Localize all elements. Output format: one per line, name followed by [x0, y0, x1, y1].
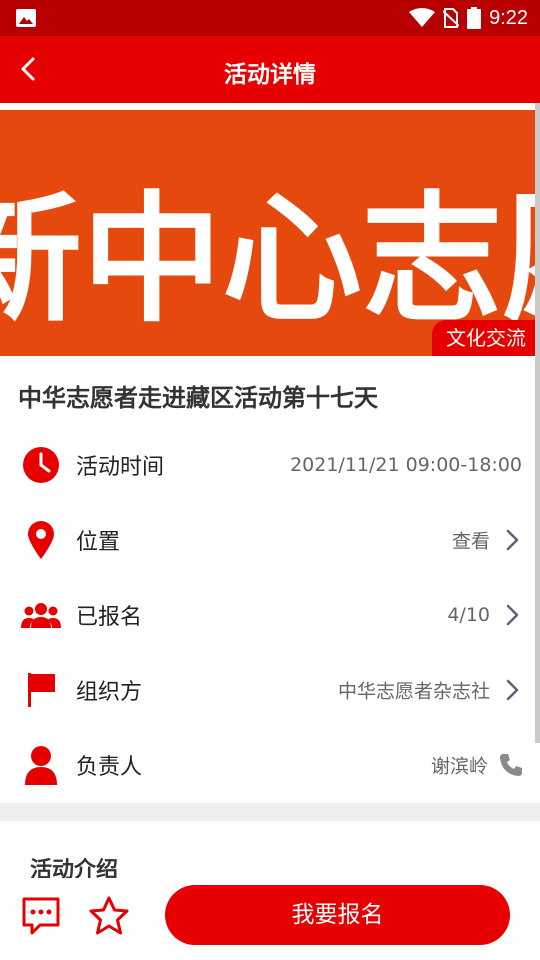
detail-row-contact[interactable]: 负责人 谢滨岭	[0, 727, 540, 802]
flag-icon	[20, 669, 62, 711]
status-time: 9:22	[489, 6, 528, 29]
chevron-right-icon	[506, 604, 519, 625]
people-icon	[20, 594, 62, 636]
chevron-right-icon	[506, 679, 519, 700]
page-title: 活动详情	[224, 62, 316, 88]
scrollbar[interactable]	[535, 103, 540, 743]
location-label: 位置	[76, 529, 121, 555]
image-icon	[16, 9, 36, 27]
detail-row-time: 活动时间 2021/11/21 09:00-18:00	[0, 427, 540, 502]
contact-label: 负责人	[76, 754, 143, 780]
registered-label: 已报名	[76, 604, 143, 630]
clock-icon	[20, 444, 62, 486]
title-bar: 活动详情	[0, 36, 540, 103]
phone-icon[interactable]	[498, 752, 524, 778]
signup-button[interactable]: 我要报名	[165, 885, 510, 945]
time-value: 2021/11/21 09:00-18:00	[290, 453, 522, 476]
organizer-label: 组织方	[76, 679, 143, 705]
status-icons: 9:22	[409, 6, 528, 30]
status-bar: 9:22	[0, 0, 540, 36]
banner-image-text: 新中心志愿者	[0, 179, 540, 342]
activity-banner: 新中心志愿者 文化交流	[0, 110, 540, 356]
star-icon[interactable]	[88, 895, 130, 937]
chat-icon[interactable]	[20, 895, 62, 937]
registered-value: 4/10	[447, 603, 490, 626]
activity-title: 中华志愿者走进藏区活动第十七天	[18, 384, 378, 412]
organizer-value: 中华志愿者杂志社	[337, 680, 490, 702]
detail-row-location[interactable]: 位置 查看	[0, 502, 540, 577]
chevron-right-icon	[506, 529, 519, 550]
contact-value: 谢滨岭	[430, 755, 488, 777]
location-pin-icon	[20, 519, 62, 561]
person-icon	[20, 744, 62, 786]
wifi-icon	[409, 8, 436, 27]
detail-row-organizer[interactable]: 组织方 中华志愿者杂志社	[0, 652, 540, 727]
battery-icon	[467, 7, 482, 29]
bottom-action-bar: 我要报名	[0, 878, 540, 960]
location-value[interactable]: 查看	[452, 526, 490, 553]
no-sim-icon	[443, 8, 460, 28]
detail-row-registered[interactable]: 已报名 4/10	[0, 577, 540, 652]
time-label: 活动时间	[76, 454, 165, 480]
section-divider	[0, 803, 540, 821]
category-tag: 文化交流	[432, 320, 540, 356]
